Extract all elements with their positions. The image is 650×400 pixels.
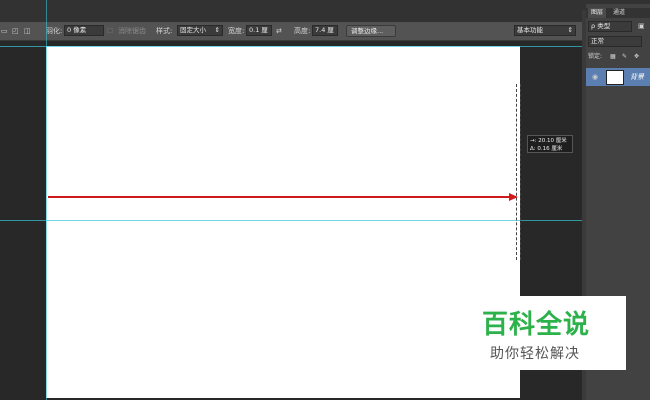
watermark: 百科全说 助你轻松解决 (464, 296, 626, 370)
panel-tabs: 图层 通道 (586, 8, 650, 18)
style-select-value: 固定大小 (180, 26, 206, 34)
watermark-title: 百科全说 (482, 310, 591, 340)
antialias-checkbox[interactable]: ☐ (107, 26, 113, 36)
guide-horizontal[interactable] (0, 220, 585, 221)
tool-options-bar: ▭ ◰ ◫ 羽化: 0 像素 ☐ 消除锯齿 样式: 固定大小 ⇕ 宽度: 0.1… (0, 22, 585, 41)
antialias-label: 消除锯齿 (118, 27, 146, 35)
tab-layers[interactable]: 图层 (588, 8, 607, 18)
image-filter-icon[interactable]: ▣ (638, 21, 645, 31)
lock-transparent-icon[interactable]: ▦ (610, 52, 616, 62)
swap-dimensions-icon[interactable]: ⇄ (276, 26, 282, 36)
layer-row-background[interactable]: ◉ 背景 (586, 68, 650, 86)
layer-thumbnail (606, 70, 624, 85)
width-input[interactable]: 0.1 厘 (246, 25, 272, 36)
lock-label: 锁定: (588, 53, 603, 60)
document-canvas[interactable] (46, 46, 520, 398)
blend-mode-select[interactable]: 正常 (588, 36, 642, 47)
guide-horizontal[interactable] (0, 46, 585, 47)
measure-arrow (48, 193, 518, 201)
height-label: 高度: (294, 27, 311, 35)
new-selection-icon[interactable]: ▭ (1, 26, 8, 36)
watermark-subtitle: 助你轻松解决 (490, 346, 580, 362)
style-select[interactable]: 固定大小 ⇕ (177, 25, 223, 36)
menu-strip (0, 0, 650, 22)
selection-marquee-edge (516, 84, 521, 260)
height-input[interactable]: 7.4 厘 (312, 25, 338, 36)
width-label: 宽度: (228, 27, 245, 35)
intersect-selection-icon[interactable]: ◫ (24, 26, 31, 36)
refine-edge-button[interactable]: 调整边缘... (346, 25, 396, 37)
workspace-select[interactable]: 基本功能 ⇕ (514, 25, 576, 36)
measure-readout-width: →: 20.10 厘米 (530, 138, 567, 144)
lock-move-icon[interactable]: ✥ (634, 52, 639, 62)
feather-label: 羽化: (46, 27, 63, 35)
measure-readout-delta: Δ: 0.16 厘米 (530, 146, 563, 152)
chevron-down-icon: ⇕ (567, 26, 573, 34)
layer-filter-value: ρ 类型 (591, 22, 611, 30)
workspace-select-value: 基本功能 (517, 26, 543, 34)
style-label: 样式: (156, 27, 173, 35)
layer-filter-select[interactable]: ρ 类型 (588, 21, 632, 32)
eye-icon[interactable]: ◉ (592, 72, 598, 82)
tab-channels[interactable]: 通道 (610, 8, 628, 18)
blend-mode-value: 正常 (591, 37, 604, 45)
layer-name: 背景 (630, 73, 644, 81)
feather-input[interactable]: 0 像素 (64, 25, 104, 36)
chevron-down-icon: ⇕ (214, 26, 220, 34)
add-to-selection-icon[interactable]: ◰ (12, 26, 19, 36)
lock-brush-icon[interactable]: ✎ (622, 52, 627, 62)
measure-readout: →: 20.10 厘米 Δ: 0.16 厘米 (527, 135, 573, 153)
